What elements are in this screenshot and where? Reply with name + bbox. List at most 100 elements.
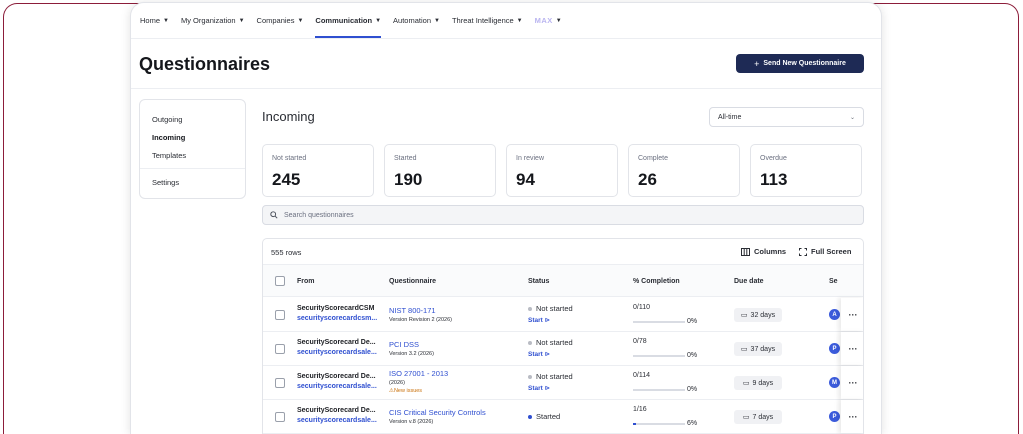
nav-threat-intelligence[interactable]: Threat Intelligence ▼ xyxy=(452,3,523,39)
avatar[interactable]: M xyxy=(829,377,840,388)
time-range-select[interactable]: All-time ⌄ xyxy=(709,107,864,127)
side-menu-incoming[interactable]: Incoming xyxy=(152,133,185,142)
column-header-due-date[interactable]: Due date xyxy=(734,278,764,285)
row-checkbox[interactable] xyxy=(275,310,285,320)
row-checkbox[interactable] xyxy=(275,378,285,388)
chevron-down-icon: ▼ xyxy=(238,17,245,24)
stat-label: Complete xyxy=(638,155,668,162)
more-icon[interactable]: ··· xyxy=(841,400,863,433)
questionnaire-version: (2026) xyxy=(389,380,405,386)
select-all-checkbox[interactable] xyxy=(275,276,285,286)
column-header-questionnaire[interactable]: Questionnaire xyxy=(389,278,436,285)
stat-card-in-review[interactable]: In review 94 xyxy=(506,144,618,197)
stat-value: 245 xyxy=(272,170,301,189)
completion-bar xyxy=(633,321,685,323)
sender-name: SecurityScorecard De... xyxy=(297,339,376,346)
questionnaire-link[interactable]: NIST 800-171 xyxy=(389,306,436,315)
due-date-text: 7 days xyxy=(752,413,774,421)
send-new-questionnaire-button[interactable]: + Send New Questionnaire xyxy=(736,54,864,73)
nav-label: Home xyxy=(140,16,161,25)
status-badge: Not started xyxy=(528,304,573,313)
sender-email[interactable]: securityscorecardsale... xyxy=(297,417,377,424)
questionnaire-version: Version v.8 (2026) xyxy=(389,419,434,425)
side-menu-outgoing[interactable]: Outgoing xyxy=(152,115,182,124)
max-logo: MAX xyxy=(534,16,553,25)
stat-value: 113 xyxy=(760,170,788,189)
nav-companies[interactable]: Companies ▼ xyxy=(257,3,304,39)
due-date-text: 9 days xyxy=(752,379,774,387)
columns-button[interactable]: Columns xyxy=(741,247,786,256)
nav-home[interactable]: Home ▼ xyxy=(140,3,169,39)
more-icon[interactable]: ··· xyxy=(841,332,863,365)
start-link[interactable]: Start ⊳ xyxy=(528,350,550,358)
nav-max[interactable]: MAX ▼ xyxy=(535,3,563,39)
more-icon[interactable]: ··· xyxy=(841,298,863,331)
due-date-text: 32 days xyxy=(750,311,776,319)
section-title: Incoming xyxy=(262,109,315,124)
nav-my-organization[interactable]: My Organization ▼ xyxy=(181,3,245,39)
due-date-badge: ▭ 32 days xyxy=(734,308,782,322)
stat-card-complete[interactable]: Complete 26 xyxy=(628,144,740,197)
table-header: From Questionnaire Status % Completion D… xyxy=(263,264,863,297)
page-title: Questionnaires xyxy=(139,54,271,74)
completion-bar xyxy=(633,389,685,391)
due-date-text: 37 days xyxy=(750,345,776,353)
nav-label: Automation xyxy=(393,16,431,25)
avatar[interactable]: P xyxy=(829,343,840,354)
stat-card-overdue[interactable]: Overdue 113 xyxy=(750,144,862,197)
warning-text: New issues xyxy=(393,388,423,394)
table-row[interactable]: SecurityScorecard De... securityscorecar… xyxy=(263,332,863,366)
nav-communication[interactable]: Communication ▼ xyxy=(315,3,381,39)
search-input[interactable]: Search questionnaires xyxy=(262,205,864,225)
side-menu-templates[interactable]: Templates xyxy=(152,151,186,160)
chevron-down-icon: ▼ xyxy=(516,17,523,24)
stat-value: 94 xyxy=(516,170,535,189)
column-header-from[interactable]: From xyxy=(297,278,315,285)
table-row[interactable]: SecurityScorecard De... securityscorecar… xyxy=(263,400,863,434)
avatar[interactable]: P xyxy=(829,411,840,422)
status-dot-icon xyxy=(528,340,532,345)
sender-email[interactable]: securityscorecardcsm... xyxy=(297,315,377,322)
stat-label: In review xyxy=(516,155,545,162)
status-dot-icon xyxy=(528,306,532,311)
chevron-down-icon: ⌄ xyxy=(849,114,855,121)
divider xyxy=(140,168,245,169)
stat-card-started[interactable]: Started 190 xyxy=(384,144,496,197)
due-date-badge: ▭ 7 days xyxy=(734,410,782,424)
start-link[interactable]: Start ⊳ xyxy=(528,316,550,324)
completion-percent: 0% xyxy=(687,352,698,359)
stat-value: 190 xyxy=(394,170,423,189)
search-placeholder: Search questionnaires xyxy=(284,211,354,219)
full-screen-button[interactable]: Full Screen xyxy=(799,247,851,256)
nav-automation[interactable]: Automation ▼ xyxy=(393,3,440,39)
row-checkbox[interactable] xyxy=(275,412,285,422)
table-row[interactable]: SecurityScorecardCSM securityscorecardcs… xyxy=(263,298,863,332)
questionnaire-link[interactable]: CIS Critical Security Controls xyxy=(389,408,486,417)
status-badge: Not started xyxy=(528,338,573,347)
completion-percent: 6% xyxy=(687,420,698,427)
sender-email[interactable]: securityscorecardsale... xyxy=(297,383,377,390)
send-button-label: Send New Questionnaire xyxy=(763,60,846,67)
questionnaire-link[interactable]: ISO 27001 - 2013 xyxy=(389,369,448,378)
column-header-status[interactable]: Status xyxy=(528,278,549,285)
column-header-completion[interactable]: % Completion xyxy=(633,278,680,285)
row-checkbox[interactable] xyxy=(275,344,285,354)
start-link[interactable]: Start ⊳ xyxy=(528,384,550,392)
stat-card-not-started[interactable]: Not started 245 xyxy=(262,144,374,197)
column-header-sender[interactable]: Se xyxy=(829,278,838,285)
chevron-down-icon: ▼ xyxy=(375,17,382,24)
questionnaire-link[interactable]: PCI DSS xyxy=(389,340,419,349)
stat-label: Not started xyxy=(272,155,307,162)
table-row[interactable]: SecurityScorecard De... securityscorecar… xyxy=(263,366,863,400)
top-nav: Home ▼ My Organization ▼ Companies ▼ Commun… xyxy=(131,3,881,39)
completion-count: 0/78 xyxy=(633,338,647,345)
nav-label: Communication xyxy=(315,16,373,25)
side-menu-settings[interactable]: Settings xyxy=(152,178,179,187)
sender-email[interactable]: securityscorecardsale... xyxy=(297,349,377,356)
side-menu: Outgoing Incoming Templates Settings xyxy=(139,99,246,199)
avatar[interactable]: A xyxy=(829,309,840,320)
more-icon[interactable]: ··· xyxy=(841,366,863,399)
chevron-down-icon: ▼ xyxy=(555,17,563,24)
search-icon xyxy=(270,211,278,219)
nav-label: Threat Intelligence xyxy=(451,16,514,25)
